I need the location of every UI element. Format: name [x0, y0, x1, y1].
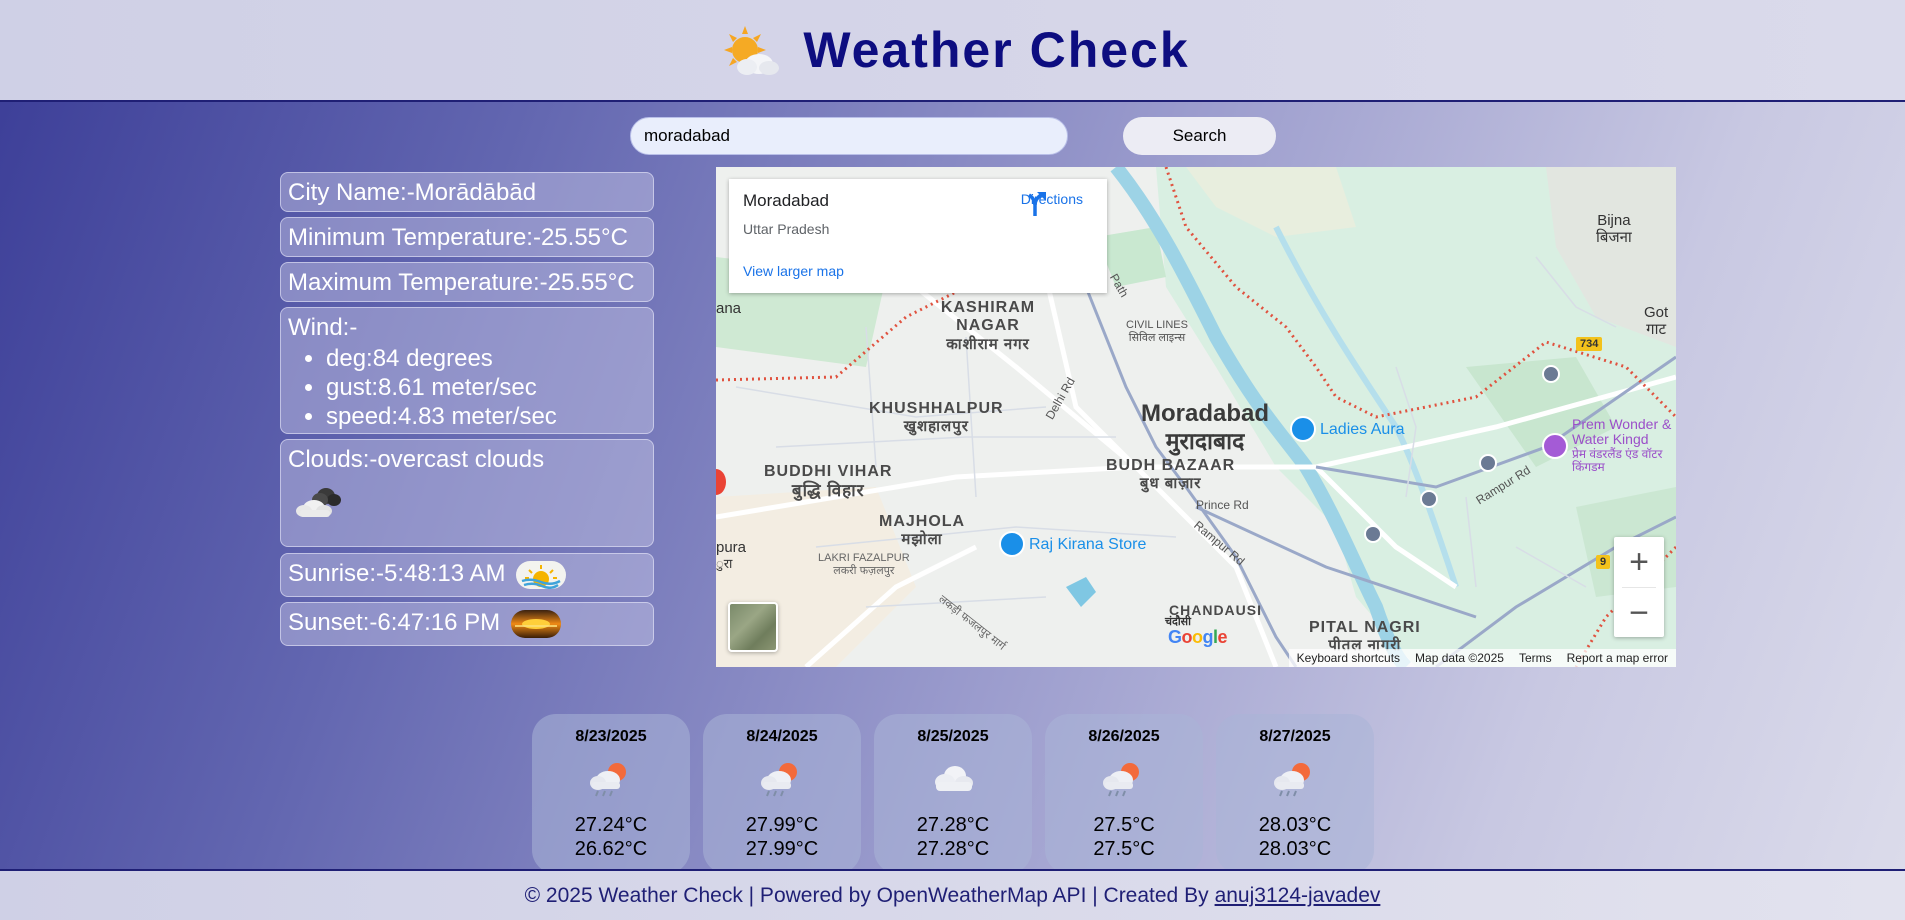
sunset-panel: Sunset:-6:47:16 PM: [280, 602, 654, 646]
forecast-date: 8/27/2025: [1259, 728, 1331, 745]
min-temperature: Minimum Temperature:-25.55°C: [288, 224, 628, 251]
author-link[interactable]: anuj3124-javadev: [1215, 884, 1381, 908]
map-data-text: Map data ©2025: [1415, 651, 1504, 665]
bus-stop-icon[interactable]: [1420, 490, 1438, 508]
map-place-region: Uttar Pradesh: [743, 221, 830, 237]
zoom-in-button[interactable]: +: [1614, 537, 1664, 587]
terms-link[interactable]: Terms: [1519, 651, 1552, 665]
header: Weather Check: [0, 0, 1905, 102]
page-title: Weather Check: [803, 22, 1190, 78]
forecast-date: 8/23/2025: [575, 728, 647, 745]
wind-speed: speed:4.83 meter/sec: [326, 402, 646, 431]
map-label-kashiram: KASHIRAM NAGAR काशीराम नगर: [940, 299, 1036, 353]
map-label-chandausi-hi: चंदौसी: [1165, 616, 1191, 628]
clouds-text: Clouds:-overcast clouds: [288, 446, 545, 473]
google-logo: Google: [1168, 627, 1228, 647]
rain-cloud-icon: [761, 763, 797, 797]
zoom-out-button[interactable]: −: [1614, 588, 1664, 638]
map-label-khushhalpur: KHUSHHALPUR खुशहालपुर: [869, 400, 1004, 436]
rain-cloud-icon: [1103, 763, 1139, 797]
bus-stop-icon[interactable]: [1364, 525, 1382, 543]
cloud-icon: [935, 766, 973, 791]
city-name-panel: City Name:-Morādābād: [280, 172, 654, 212]
map-label-edge-ura: ुरा: [716, 556, 733, 571]
sun-behind-cloud-icon: [724, 26, 780, 75]
zoom-controls: + −: [1614, 537, 1664, 637]
wind-panel: Wind:- deg:84 degrees gust:8.61 meter/se…: [280, 307, 654, 434]
raj-kirana-pin-icon[interactable]: [999, 531, 1025, 557]
forecast-date: 8/26/2025: [1088, 728, 1160, 745]
forecast-card: 8/24/2025 27.99°C 27.99°C: [703, 714, 861, 874]
map-label-buddhi-vihar: BUDDHI VIHAR बुद्धि विहार: [764, 463, 893, 501]
forecast-temp-high: 27.28°C: [916, 814, 990, 836]
forecast-temp-low: 27.99°C: [745, 838, 819, 860]
forecast-temp-low: 26.62°C: [574, 838, 648, 860]
forecast-card: 8/23/2025 27.24°C 26.62°C: [532, 714, 690, 874]
overcast-clouds-icon: [296, 488, 341, 517]
map-embed[interactable]: KASHIRAM NAGAR काशीराम नगर KHUSHHALPUR ख…: [716, 167, 1676, 667]
view-larger-map-link[interactable]: View larger map: [743, 263, 844, 279]
forecast-card: 8/27/2025 28.03°C 28.03°C: [1216, 714, 1374, 874]
forecast-temp-high: 27.5°C: [1093, 814, 1155, 836]
rain-cloud-icon: [590, 763, 626, 797]
max-temp-panel: Maximum Temperature:-25.55°C: [280, 262, 654, 302]
sunset-icon: [510, 609, 561, 638]
report-map-error-link[interactable]: Report a map error: [1567, 651, 1668, 665]
forecast-temp-high: 28.03°C: [1258, 814, 1332, 836]
footer-text: © 2025 Weather Check | Powered by OpenWe…: [524, 883, 1209, 907]
sunrise-icon: [516, 560, 567, 589]
min-temp-panel: Minimum Temperature:-25.55°C: [280, 217, 654, 257]
ladies-aura-pin-icon[interactable]: [1290, 416, 1316, 442]
page-footer: © 2025 Weather Check | Powered by OpenWe…: [0, 869, 1905, 920]
forecast-temp-low: 28.03°C: [1258, 838, 1332, 860]
sunrise-text: Sunrise:-5:48:13 AM: [288, 560, 506, 587]
map-poi-raj-kirana[interactable]: Raj Kirana Store: [1029, 536, 1146, 554]
search-input[interactable]: [630, 117, 1068, 155]
sunrise-panel: Sunrise:-5:48:13 AM: [280, 553, 654, 597]
wind-gust: gust:8.61 meter/sec: [326, 373, 646, 402]
map-label-edge-pura: pura: [716, 539, 747, 556]
wind-list: deg:84 degrees gust:8.61 meter/sec speed…: [288, 344, 646, 431]
satellite-layer-toggle[interactable]: [728, 602, 778, 652]
forecast-card: 8/25/2025 27.28°C 27.28°C: [874, 714, 1032, 874]
wind-deg: deg:84 degrees: [326, 344, 646, 373]
map-label-prince-rd: Prince Rd: [1196, 498, 1249, 512]
rain-cloud-icon: [1274, 763, 1310, 797]
forecast-card: 8/26/2025 27.5°C 27.5°C: [1045, 714, 1203, 874]
sunset-text: Sunset:-6:47:16 PM: [288, 609, 501, 636]
directions-button[interactable]: Directions: [1021, 191, 1083, 216]
map-place-card: Moradabad Uttar Pradesh View larger map …: [729, 179, 1107, 293]
forecast-temp-high: 27.99°C: [745, 814, 819, 836]
bus-stop-icon[interactable]: [1479, 454, 1497, 472]
map-label-edge-ana: ana: [716, 300, 742, 317]
prem-wonderland-pin-icon[interactable]: [1542, 433, 1568, 459]
map-poi-ladies-aura[interactable]: Ladies Aura: [1320, 421, 1405, 439]
map-label-lakri: LAKRI FAZALPUR लकरी फज़लपुर: [818, 552, 910, 577]
forecast-temp-high: 27.24°C: [574, 814, 648, 836]
forecast-date: 8/24/2025: [746, 728, 818, 745]
city-name: City Name:-Morādābād: [288, 179, 537, 206]
map-poi-prem-wonderland[interactable]: Prem Wonder & Water Kingd प्रेम वंडरलैंड…: [1572, 416, 1676, 474]
road-shield-734: 734: [1576, 337, 1603, 351]
map-label-bijna: Bijna बिजना: [1596, 212, 1632, 247]
map-label-civil-lines: CIVIL LINES सिविल लाइन्स: [1126, 319, 1188, 344]
forecast-temp-low: 27.28°C: [916, 838, 990, 860]
map-label-majhola: MAJHOLA मझोला: [879, 513, 966, 549]
max-temperature: Maximum Temperature:-25.55°C: [288, 269, 635, 296]
map-label-budh-bazaar: BUDH BAZAAR बुध बाज़ार: [1106, 457, 1236, 493]
search-button[interactable]: Search: [1123, 117, 1276, 155]
road-shield-9: 9: [1596, 555, 1611, 569]
map-label-moradabad: Moradabad मुरादाबाद: [1141, 400, 1270, 454]
wind-label: Wind:-: [288, 314, 358, 341]
map-label-got: Got गाट: [1644, 304, 1669, 339]
bus-stop-icon[interactable]: [1542, 365, 1560, 383]
keyboard-shortcuts-link[interactable]: Keyboard shortcuts: [1297, 651, 1400, 665]
map-attribution: Keyboard shortcuts Map data ©2025 Terms …: [1288, 649, 1676, 667]
directions-icon: [1027, 192, 1046, 216]
forecast-date: 8/25/2025: [917, 728, 989, 745]
clouds-panel: Clouds:-overcast clouds: [280, 439, 654, 547]
forecast-temp-low: 27.5°C: [1093, 838, 1155, 860]
map-place-name: Moradabad: [743, 191, 830, 210]
